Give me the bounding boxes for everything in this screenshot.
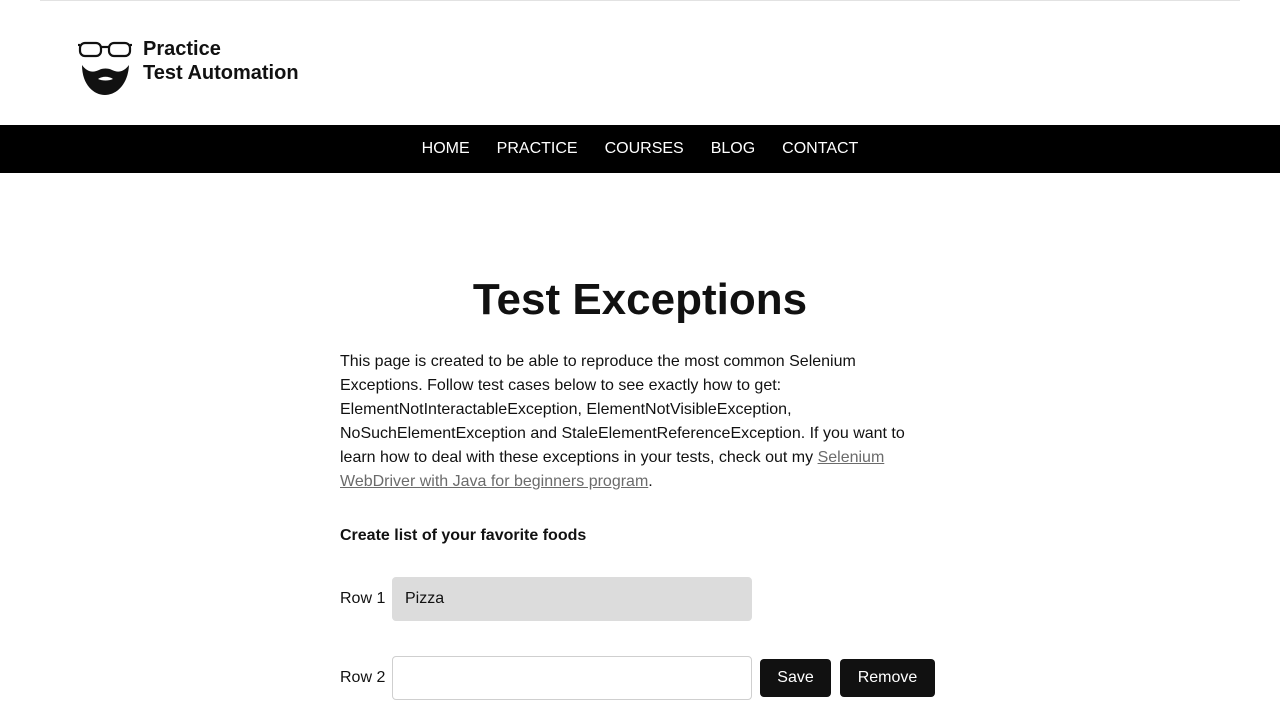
section-heading: Create list of your favorite foods	[340, 527, 587, 544]
row-1-label: Row 1	[340, 590, 386, 607]
glasses-beard-icon	[78, 41, 132, 95]
nav-item-home[interactable]: HOME	[408, 140, 483, 157]
site-logo[interactable]: Practice Test Automation	[78, 37, 318, 99]
logo-line-1: Practice	[143, 38, 221, 60]
main-navbar: HOME PRACTICE COURSES BLOG CONTACT	[0, 125, 1280, 173]
nav-item-courses[interactable]: COURSES	[591, 140, 697, 157]
intro-end: .	[648, 473, 653, 490]
row-2-input[interactable]	[392, 656, 752, 700]
logo-text: Practice Test Automation	[143, 37, 299, 85]
nav-item-contact[interactable]: CONTACT	[769, 140, 872, 157]
row-1-input[interactable]	[392, 577, 752, 621]
page-title: Test Exceptions	[472, 275, 808, 324]
row-2-label: Row 2	[340, 669, 386, 686]
remove-button[interactable]: Remove	[840, 659, 935, 697]
intro-paragraph: This page is created to be able to repro…	[340, 350, 940, 494]
site-header: Practice Test Automation	[0, 1, 1280, 125]
logo-line-2: Test Automation	[143, 62, 299, 84]
save-button[interactable]: Save	[760, 659, 831, 697]
nav-item-blog[interactable]: BLOG	[697, 140, 768, 157]
main-content: Test Exceptions This page is created to …	[340, 270, 940, 544]
nav-item-practice[interactable]: PRACTICE	[483, 140, 591, 157]
nav-list: HOME PRACTICE COURSES BLOG CONTACT	[0, 125, 1280, 173]
